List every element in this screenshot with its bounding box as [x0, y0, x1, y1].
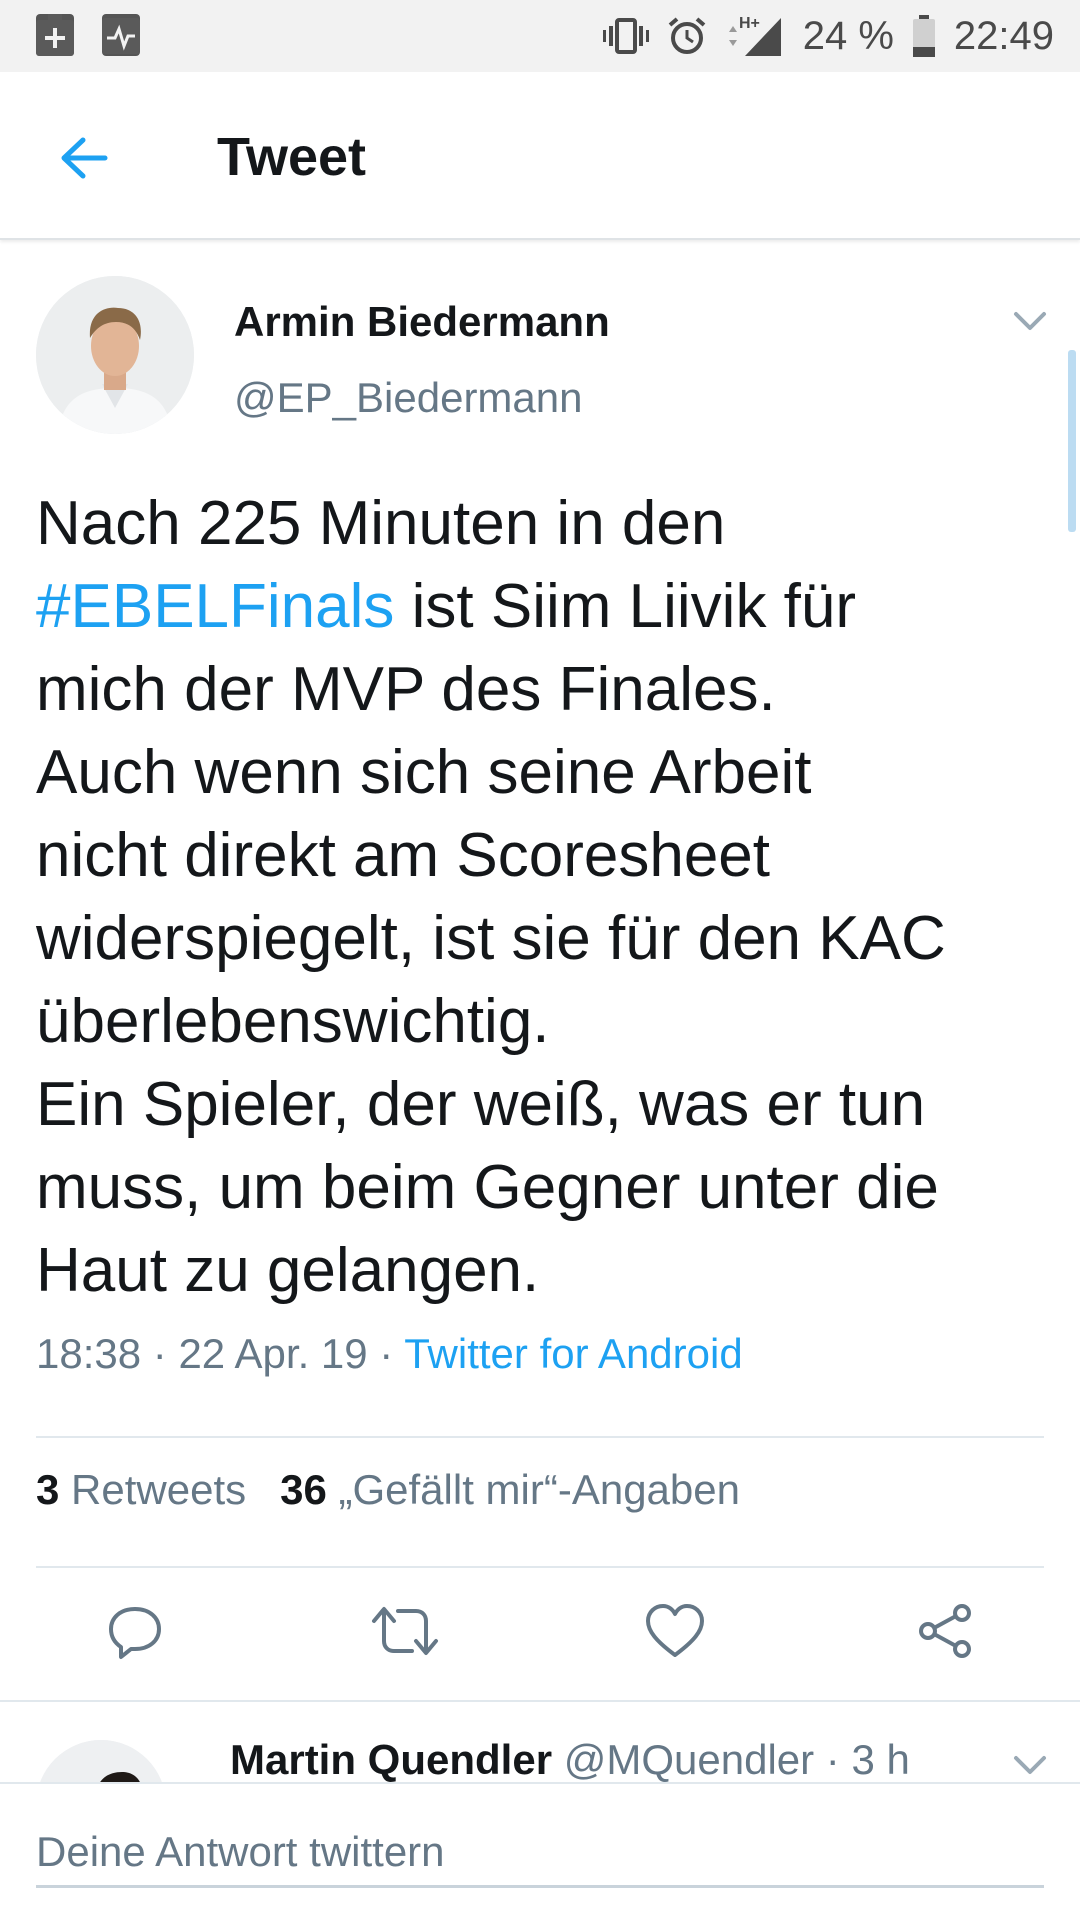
reply-input[interactable] [36, 1818, 1044, 1888]
tweet-text-line: mich der MVP des Finales. [36, 655, 776, 724]
tweet-text-line: Haut zu gelangen. [36, 1236, 540, 1305]
tweet-menu-button[interactable] [1008, 300, 1052, 344]
likes-stat[interactable]: 36 „Gefällt mir“-Angaben [280, 1466, 740, 1513]
signal-hplus-icon: H+ [725, 14, 785, 58]
retweets-count: 3 [36, 1466, 60, 1513]
battery-icon [912, 15, 936, 57]
retweet-button[interactable] [370, 1596, 440, 1666]
retweets-stat[interactable]: 3 Retweets [36, 1466, 246, 1513]
author-name[interactable]: Armin Biedermann [234, 298, 610, 346]
battery-plus-icon [36, 14, 74, 56]
scrollbar[interactable] [1068, 350, 1076, 532]
status-left-icons [36, 14, 140, 56]
svg-text:H+: H+ [739, 15, 760, 32]
divider [36, 1436, 1044, 1438]
separator-dot: · [825, 1736, 840, 1783]
tweet-meta: 18:38 · 22 Apr. 19 · Twitter for Android [36, 1330, 743, 1378]
tweet-time: 18:38 [36, 1330, 142, 1377]
back-button[interactable] [48, 122, 120, 194]
author-handle[interactable]: @EP_Biedermann [234, 374, 583, 422]
tweet-text-line: Ein Spieler, der weiß, was er tun [36, 1070, 926, 1139]
separator-dot: · [379, 1330, 394, 1377]
tweet-text-line: #EBELFinals ist Siim Liivik für [36, 565, 1046, 648]
separator-dot: · [152, 1330, 167, 1377]
hashtag-link[interactable]: #EBELFinals [36, 572, 394, 641]
tweet-actions [0, 1596, 1080, 1666]
tweet-text-line: Nach 225 Minuten in den [36, 489, 726, 558]
reply-icon [109, 1607, 161, 1659]
vibrate-icon [602, 16, 649, 56]
reply-author-name[interactable]: Martin Quendler [230, 1736, 552, 1783]
tweet-text-line: Auch wenn sich seine Arbeit [36, 738, 812, 807]
reply-author-handle[interactable]: @MQuendler [564, 1736, 814, 1783]
retweet-icon [372, 1607, 438, 1655]
clock-time: 22:49 [953, 13, 1054, 58]
tweet-text-line: nicht direkt am Scoresheet [36, 821, 771, 890]
tweet-text: Nach 225 Minuten in den #EBELFinals ist … [36, 482, 1046, 1312]
reply-header: Martin Quendler @MQuendler · 3 h [230, 1736, 910, 1784]
author-avatar[interactable] [36, 276, 194, 434]
likes-count: 36 [280, 1466, 327, 1513]
arrow-left-icon [61, 137, 108, 179]
divider [0, 1700, 1080, 1702]
tweet-date: 22 Apr. 19 [178, 1330, 368, 1377]
share-icon [919, 1604, 971, 1658]
status-bar: H+ 24 % 22:49 [0, 0, 1080, 72]
reply-age: 3 h [851, 1736, 910, 1783]
page-title: Tweet [217, 127, 367, 187]
share-button[interactable] [910, 1596, 980, 1666]
divider [36, 1566, 1044, 1568]
like-button[interactable] [640, 1596, 710, 1666]
heart-icon [646, 1604, 704, 1657]
tweet-source-link[interactable]: Twitter for Android [404, 1330, 742, 1377]
alarm-icon [667, 16, 707, 56]
app-bar: Tweet [0, 72, 1080, 240]
activity-monitor-icon [102, 14, 140, 56]
compose-bar [0, 1782, 1080, 1920]
tweet-text-line: widerspiegelt, ist sie für den KAC [36, 904, 946, 973]
status-right: H+ 24 % 22:49 [602, 10, 1054, 62]
retweets-label: Retweets [71, 1466, 247, 1513]
battery-percent: 24 % [802, 13, 894, 58]
likes-label: „Gefällt mir“-Angaben [338, 1466, 740, 1513]
chevron-down-icon [1014, 312, 1046, 330]
tweet-text-line: muss, um beim Gegner unter die [36, 1153, 939, 1222]
tweet-stats: 3 Retweets 36 „Gefällt mir“-Angaben [36, 1466, 740, 1514]
tweet-text-segment: ist Siim Liivik für [394, 572, 857, 641]
tweet-text-line: überlebenswichtig. [36, 987, 550, 1056]
reply-button[interactable] [100, 1596, 170, 1666]
